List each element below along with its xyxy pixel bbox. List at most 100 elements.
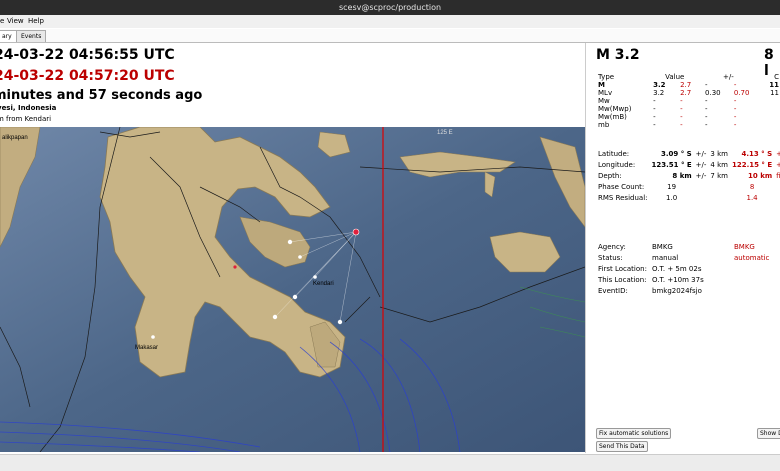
phase-count-value: 19 [667,182,677,191]
fix-automatic-button[interactable]: Fix automatic solutions [596,428,672,439]
mag-pm: - [705,113,708,121]
mag-value: 3.2 [653,81,666,89]
magnitude-header-row: Type Value +/- C [596,73,780,81]
mag-pm-alt: 0.70 [733,89,750,97]
mag-pm-alt: - [733,121,737,129]
event-map[interactable]: alikpapan Kendari Makasar 125 E [0,127,585,452]
longitude-unc: 4 km [710,160,728,169]
epicenter-marker[interactable] [352,228,360,236]
tab-bar: ary Events [0,29,780,43]
mag-count [761,105,780,113]
label-kendari: Kendari [313,281,334,287]
mag-value: - [653,97,656,105]
col-type: Type [598,73,615,81]
longitude-value-alt: 122.15 ° E [731,160,773,169]
map-canvas[interactable]: alikpapan Kendari Makasar 125 E [0,127,585,452]
rms-value-alt: 1.4 [746,193,758,202]
mag-count: 11 [770,89,779,97]
first-location-row: First Location: O.T. + 5m 02s [596,263,780,274]
magnitude-row[interactable]: mb - - - - [596,121,780,129]
mag-pm: - [705,105,708,113]
event-id-value: bmkg2024fsjo [652,286,702,295]
depth-unc: 7 km [710,171,728,180]
region-name: vesi, Indonesia [0,104,57,112]
latitude-value: 3.09 ° S [660,149,692,158]
this-location-row: This Location: O.T. +10m 37s [596,274,780,285]
this-location-label: This Location: [598,275,647,284]
latitude-label: Latitude: [598,149,630,158]
menu-view[interactable]: View [7,15,24,28]
rms-value: 1.0 [666,193,678,202]
creation-time: 24-03-22 04:57:20 UTC [0,68,175,84]
mag-pm: - [705,97,708,105]
magnitude-row[interactable]: MLv 3.2 2.7 0.30 0.70 11 [596,89,780,97]
this-location-value: O.T. +10m 37s [652,275,704,284]
phase-count-value-alt: 8 [749,182,755,191]
agency-value-alt: BMKG [734,242,755,251]
longitude-row: Longitude: 123.51 ° E +/- 4 km 122.15 ° … [596,159,780,170]
magnitude-title: M 3.2 [596,47,640,63]
menu-bar: e View Help [0,15,780,28]
mag-type: Mw(Mwp) [598,105,632,113]
send-data-button[interactable]: Send This Data [596,441,648,452]
magnitude-table: Type Value +/- C M 3.2 2.7 - - 11 MLv 3.… [596,73,780,129]
menu-file[interactable]: e [0,15,4,28]
mag-count [761,113,780,121]
magnitude-row[interactable]: Mw - - - - [596,97,780,105]
menu-help[interactable]: Help [28,15,44,28]
status-bar [0,454,780,471]
agency-row: Agency: BMKG BMKG [596,241,780,252]
mag-value-alt: - [680,105,683,113]
depth-pm: +/- [695,171,707,180]
longitude-label: Longitude: [598,160,636,169]
show-details-button[interactable]: Show D [757,428,780,439]
col-value: Value [665,73,685,81]
status-label: Status: [598,253,623,262]
magnitude-row[interactable]: M 3.2 2.7 - - 11 [596,81,780,89]
col-count: C [774,73,779,81]
status-value-alt: automatic [734,253,770,262]
mag-pm-alt: - [733,113,737,121]
event-id-row: EventID: bmkg2024fsjo [596,285,780,296]
mag-value-alt: - [680,121,683,129]
tab-summary[interactable]: ary [0,30,17,42]
elapsed-time: minutes and 57 seconds ago [0,88,203,103]
tab-events[interactable]: Events [16,30,47,42]
mag-type: M [598,81,605,89]
rms-row: RMS Residual: 1.0 1.4 [596,192,780,203]
phase-count-label: Phase Count: [598,182,645,191]
label-grid-125e: 125 E [437,130,453,136]
mag-type: mb [598,121,610,129]
status-value: manual [652,253,679,262]
latitude-row: Latitude: 3.09 ° S +/- 3 km 4.13 ° S +/-… [596,148,780,159]
mag-count [761,121,780,129]
mag-count: 11 [769,81,779,89]
agency-label: Agency: [598,242,626,251]
depth-value: 8 km [672,171,692,180]
latitude-unc: 3 km [710,149,728,158]
details-panel: M 3.2 8 l Type Value +/- C M 3.2 2.7 - -… [585,43,780,453]
mag-type: MLv [598,89,613,97]
city-dot-makasar [151,335,155,339]
origin-time: 24-03-22 04:56:55 UTC [0,47,175,63]
mag-pm: - [705,81,708,89]
mag-value: - [653,113,656,121]
mag-pm: 0.30 [705,89,721,97]
magnitude-row[interactable]: Mw(mB) - - - - [596,113,780,121]
mag-value-alt: - [680,113,683,121]
rms-label: RMS Residual: [598,193,648,202]
window-title: scesv@scproc/production [338,3,442,12]
col-pm: +/- [723,73,734,81]
phase-count-row: Phase Count: 19 8 [596,181,780,192]
latitude-pm-alt: +/- [774,148,780,159]
label-balikpapan: alikpapan [2,135,28,141]
depth-label: Depth: [598,171,622,180]
longitude-pm: +/- [695,160,707,169]
mag-pm-alt: - [733,97,737,105]
mag-value-alt: 2.7 [680,81,692,89]
status-row: Status: manual automatic [596,252,780,263]
magnitude-row[interactable]: Mw(Mwp) - - - - [596,105,780,113]
event-summary-panel: 24-03-22 04:56:55 UTC 24-03-22 04:57:20 … [0,43,585,127]
latitude-value-alt: 4.13 ° S [741,149,773,158]
location-table: Latitude: 3.09 ° S +/- 3 km 4.13 ° S +/-… [596,148,780,203]
